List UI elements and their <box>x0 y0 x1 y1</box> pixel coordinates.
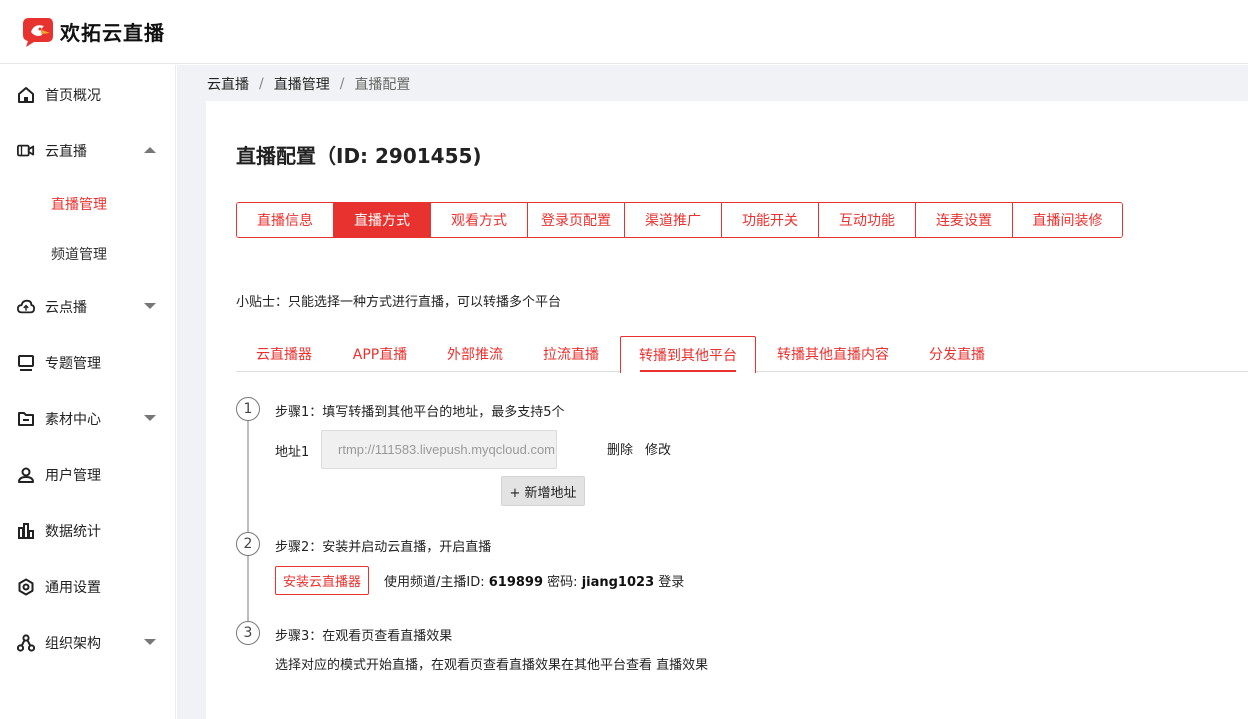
sidebar-item-label: 云点播 <box>45 300 87 316</box>
sidebar-item-label: 首页概况 <box>45 88 101 104</box>
breadcrumb-item-current: 直播配置 <box>354 77 411 93</box>
tab-watch-method[interactable]: 观看方式 <box>431 203 528 237</box>
channel-label: 使用频道/主播ID: <box>384 575 489 590</box>
sidebar-subitem-live-manage[interactable]: 直播管理 <box>0 184 176 224</box>
tab-room-decoration[interactable]: 直播间装修 <box>1013 203 1122 237</box>
step-number: 3 <box>236 621 260 645</box>
settings-icon <box>17 578 35 596</box>
breadcrumb-item-live-manage[interactable]: 直播管理 <box>274 74 330 94</box>
tab-co-host[interactable]: 连麦设置 <box>916 203 1013 237</box>
chevron-down-icon <box>144 639 156 645</box>
address-input[interactable] <box>321 430 557 469</box>
tab-feature-switches[interactable]: 功能开关 <box>722 203 819 237</box>
org-chart-icon <box>17 634 35 652</box>
sidebar-item-label: 素材中心 <box>45 412 101 428</box>
sidebar-item-topics[interactable]: 专题管理 <box>0 343 176 383</box>
logo-icon <box>20 16 54 48</box>
step-title: 步骤3：在观看页查看直播效果 <box>275 629 453 644</box>
subtab-relay-other-content[interactable]: 转播其他直播内容 <box>777 336 889 372</box>
top-bar: 欢拓云直播 <box>0 0 1248 64</box>
subtab-pull-stream[interactable]: 拉流直播 <box>543 336 599 372</box>
sidebar-item-organization[interactable]: 组织架构 <box>0 623 176 663</box>
step-title: 步骤1：填写转播到其他平台的地址，最多支持5个 <box>275 405 565 420</box>
sidebar-item-label: 通用设置 <box>45 580 101 596</box>
step-title: 步骤2：安装并启动云直播，开启直播 <box>275 540 492 555</box>
breadcrumb-separator: / <box>339 76 345 92</box>
sidebar-item-label: 用户管理 <box>45 468 101 484</box>
sidebar: 首页概况 云直播 直播管理 频道管理 云点播 专题管理 素材中心 用户管理 数据… <box>0 65 176 719</box>
tab-interaction[interactable]: 互动功能 <box>819 203 916 237</box>
tab-live-method[interactable]: 直播方式 <box>334 203 431 237</box>
channel-credentials: 使用频道/主播ID: 619899 密码: jiang1023 登录 <box>384 571 684 590</box>
sidebar-item-settings[interactable]: 通用设置 <box>0 567 176 607</box>
sidebar-item-label: 云直播 <box>45 144 87 160</box>
video-camera-icon <box>17 142 35 160</box>
sidebar-item-materials[interactable]: 素材中心 <box>0 399 176 439</box>
breadcrumb-item-cloud-live[interactable]: 云直播 <box>207 74 249 94</box>
login-link[interactable]: 登录 <box>654 575 684 590</box>
subtab-cloud-player[interactable]: 云直播器 <box>256 336 312 372</box>
edit-button[interactable]: 修改 <box>645 439 671 458</box>
sidebar-item-statistics[interactable]: 数据统计 <box>0 511 176 551</box>
live-method-subtabs: 云直播器 APP直播 外部推流 拉流直播 转播到其他平台 转播其他直播内容 分发… <box>236 336 1248 373</box>
step-description: 选择对应的模式开始直播，在观看页查看直播效果在其他平台查看 直播效果 <box>275 658 709 673</box>
folder-icon <box>17 410 35 428</box>
sidebar-item-label: 专题管理 <box>45 356 101 372</box>
subtab-distribute-live[interactable]: 分发直播 <box>928 336 986 372</box>
sidebar-item-label: 数据统计 <box>45 524 101 540</box>
steps-connector <box>247 418 249 623</box>
install-player-button[interactable]: 安装云直播器 <box>275 566 369 595</box>
sidebar-subitem-channel-manage[interactable]: 频道管理 <box>0 234 176 274</box>
address-label: 地址1 <box>275 445 310 460</box>
tip-text: 小贴士：只能选择一种方式进行直播，可以转播多个平台 <box>236 295 562 310</box>
chevron-down-icon <box>144 415 156 421</box>
sidebar-item-home[interactable]: 首页概况 <box>0 75 176 115</box>
chevron-up-icon <box>144 147 156 153</box>
home-icon <box>17 86 35 104</box>
subtab-relay-other-platforms[interactable]: 转播到其他平台 <box>620 336 756 373</box>
breadcrumb-separator: / <box>259 76 264 92</box>
password-label: 密码: <box>543 575 582 590</box>
sidebar-item-users[interactable]: 用户管理 <box>0 455 176 495</box>
tab-channel-promotion[interactable]: 渠道推广 <box>625 203 722 237</box>
active-underline <box>640 370 736 372</box>
subtab-label: 转播到其他平台 <box>639 348 737 364</box>
brand-name: 欢拓云直播 <box>60 21 165 45</box>
user-icon <box>17 466 35 484</box>
delete-button[interactable]: 删除 <box>607 439 633 458</box>
sidebar-item-label: 组织架构 <box>45 636 101 652</box>
config-tabs: 直播信息 直播方式 观看方式 登录页配置 渠道推广 功能开关 互动功能 连麦设置… <box>236 202 1123 238</box>
tab-login-page[interactable]: 登录页配置 <box>528 203 625 237</box>
chevron-down-icon <box>144 303 156 309</box>
breadcrumb: 云直播 / 直播管理 / 直播配置 <box>207 74 410 94</box>
sidebar-item-vod[interactable]: 云点播 <box>0 287 176 327</box>
subtab-external-push[interactable]: 外部推流 <box>447 336 503 372</box>
monitor-icon <box>17 354 35 372</box>
step-number: 2 <box>236 532 260 556</box>
bar-chart-icon <box>17 522 35 540</box>
sidebar-item-cloud-live[interactable]: 云直播 <box>0 131 176 171</box>
channel-id: 619899 <box>488 575 544 590</box>
step-number: 1 <box>236 397 260 421</box>
cloud-icon <box>17 298 35 316</box>
password-value: jiang1023 <box>581 575 655 590</box>
subtab-app-live[interactable]: APP直播 <box>352 336 408 372</box>
add-address-button[interactable]: + 新增地址 <box>501 476 585 506</box>
tab-live-info[interactable]: 直播信息 <box>237 203 334 237</box>
page-title: 直播配置（ID: 2901455) <box>236 144 482 168</box>
